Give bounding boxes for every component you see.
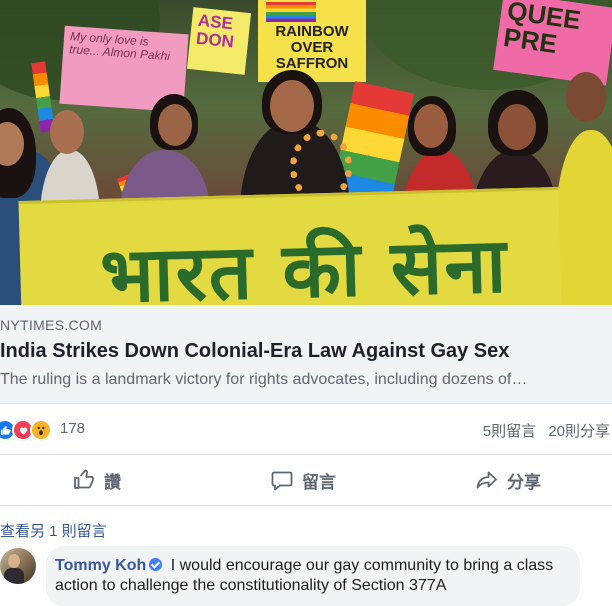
share-arrow-icon bbox=[476, 471, 497, 489]
share-button-label: 分享 bbox=[507, 472, 541, 492]
protester-face bbox=[498, 104, 536, 150]
link-preview-image[interactable]: My only love is true... Almon Pakhi ASE … bbox=[0, 0, 612, 305]
share-count-link[interactable]: 20則分享 bbox=[548, 423, 610, 440]
like-button[interactable]: 讚 bbox=[72, 455, 121, 505]
reactions-summary: 178 5則留言 20則分享 bbox=[0, 404, 612, 455]
protest-sign-rainbow: RAINBOW OVER SAFFRON bbox=[258, 0, 366, 82]
avatar-body bbox=[4, 568, 24, 584]
post-stats: 5則留言 20則分享 bbox=[483, 420, 610, 441]
protest-banner-text: भारत की सेना bbox=[99, 220, 510, 305]
protest-sign-ase: ASE DON bbox=[186, 7, 252, 75]
view-more-comments-link[interactable]: 查看另 1 則留言 bbox=[0, 520, 107, 541]
post-action-bar: 讚 留言 分享 bbox=[0, 455, 612, 506]
comment-author-name[interactable]: Tommy Koh bbox=[55, 557, 146, 574]
protester-face bbox=[414, 104, 448, 148]
link-domain: NYTIMES.COM bbox=[0, 317, 103, 333]
like-button-label: 讚 bbox=[104, 472, 121, 492]
protest-banner: भारत की सेना bbox=[18, 186, 562, 305]
protester-face bbox=[158, 104, 192, 146]
link-preview-info[interactable]: NYTIMES.COM India Strikes Down Colonial-… bbox=[0, 305, 612, 404]
avatar[interactable] bbox=[0, 548, 36, 584]
comment-bubble: Tommy Koh I would encourage our gay comm… bbox=[46, 546, 580, 606]
thumbs-up-icon bbox=[74, 469, 94, 489]
comment-bubble-icon bbox=[271, 471, 293, 491]
protester-face bbox=[50, 110, 84, 154]
protester-face bbox=[270, 80, 314, 132]
comment-count-link[interactable]: 5則留言 bbox=[483, 423, 536, 440]
protester-face bbox=[566, 72, 606, 122]
reaction-icons[interactable] bbox=[0, 419, 60, 441]
rainbow-flag-icon bbox=[266, 2, 316, 22]
share-button[interactable]: 分享 bbox=[475, 455, 541, 505]
link-description: The ruling is a landmark victory for rig… bbox=[0, 371, 528, 388]
wow-icon bbox=[30, 419, 52, 441]
comment-body: Tommy Koh I would encourage our gay comm… bbox=[55, 556, 573, 596]
protester bbox=[556, 130, 612, 305]
comment-button-label: 留言 bbox=[302, 472, 336, 492]
avatar-face bbox=[8, 554, 20, 568]
link-headline[interactable]: India Strikes Down Colonial-Era Law Agai… bbox=[0, 340, 509, 363]
reaction-count[interactable]: 178 bbox=[60, 420, 85, 437]
comment-button[interactable]: 留言 bbox=[270, 455, 336, 505]
verified-badge-icon bbox=[149, 558, 163, 571]
